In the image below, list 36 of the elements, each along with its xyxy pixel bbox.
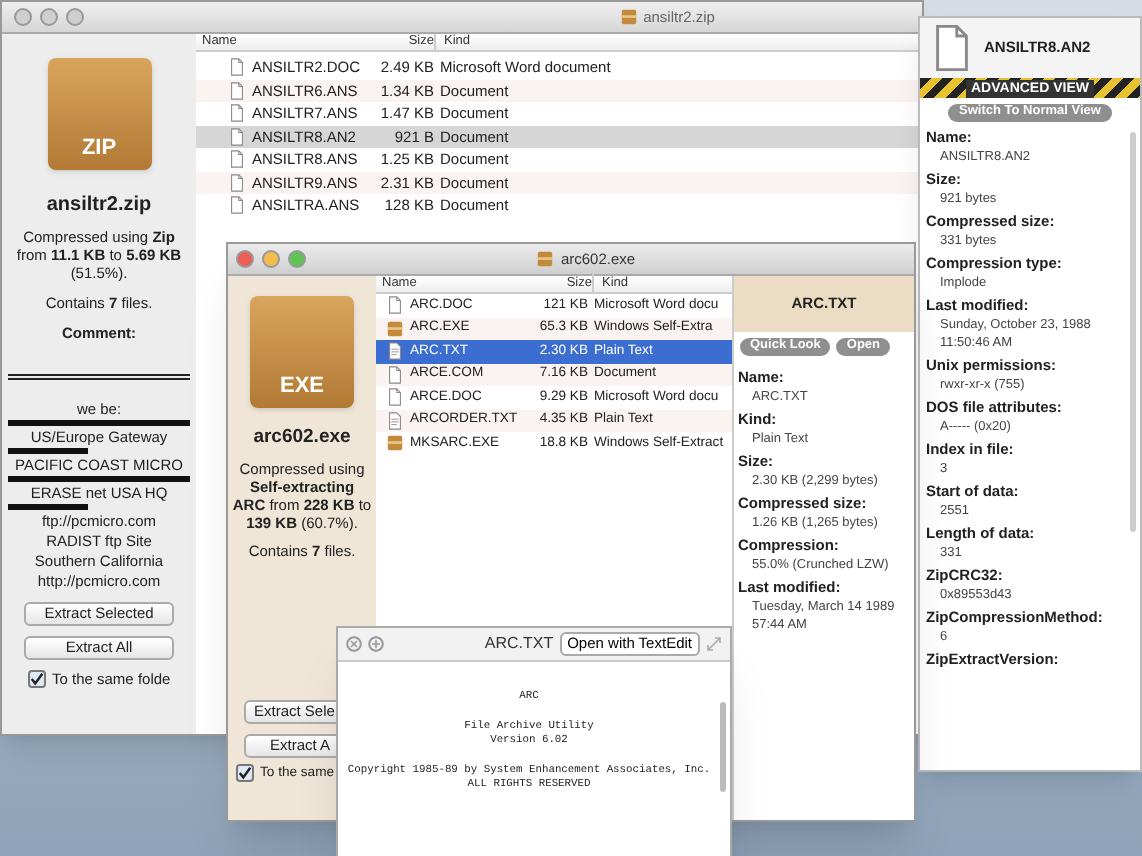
package-icon: [386, 319, 404, 338]
zoom-button[interactable]: [288, 250, 306, 268]
document-icon: [228, 150, 246, 169]
archive-name: arc602.exe: [253, 424, 351, 452]
checkmark-icon: [30, 671, 44, 686]
text-file-icon: [386, 342, 404, 361]
document-icon: [228, 81, 246, 100]
document-icon: [386, 365, 404, 384]
close-button[interactable]: [236, 250, 254, 268]
document-icon: [386, 296, 404, 315]
close-icon[interactable]: [346, 636, 362, 652]
zoom-button[interactable]: [66, 8, 84, 26]
document-icon: [228, 173, 246, 192]
checkbox[interactable]: [28, 669, 46, 688]
text-file-icon: [386, 411, 404, 430]
close-button[interactable]: [14, 8, 32, 26]
minimize-button[interactable]: [262, 250, 280, 268]
checkbox[interactable]: [236, 764, 254, 783]
document-icon: [228, 58, 246, 77]
package-icon: [619, 8, 638, 26]
fullscreen-icon[interactable]: [706, 636, 722, 652]
minimize-button[interactable]: [40, 8, 58, 26]
quick-look-title: ARC.TXT: [484, 632, 554, 656]
package-icon: [536, 250, 555, 268]
document-icon: [228, 127, 246, 146]
package-icon: [386, 434, 404, 453]
checkmark-icon: [238, 766, 252, 781]
zoom-icon[interactable]: [368, 636, 384, 652]
archive-icon: ZIP: [47, 58, 151, 170]
document-icon: [228, 104, 246, 123]
archive-icon: EXE: [250, 296, 354, 408]
document-icon: [386, 388, 404, 407]
scrollbar[interactable]: [1130, 132, 1136, 532]
document-icon: [228, 196, 246, 215]
scrollbar[interactable]: [720, 702, 726, 792]
archive-name: ansiltr2.zip: [46, 192, 152, 220]
